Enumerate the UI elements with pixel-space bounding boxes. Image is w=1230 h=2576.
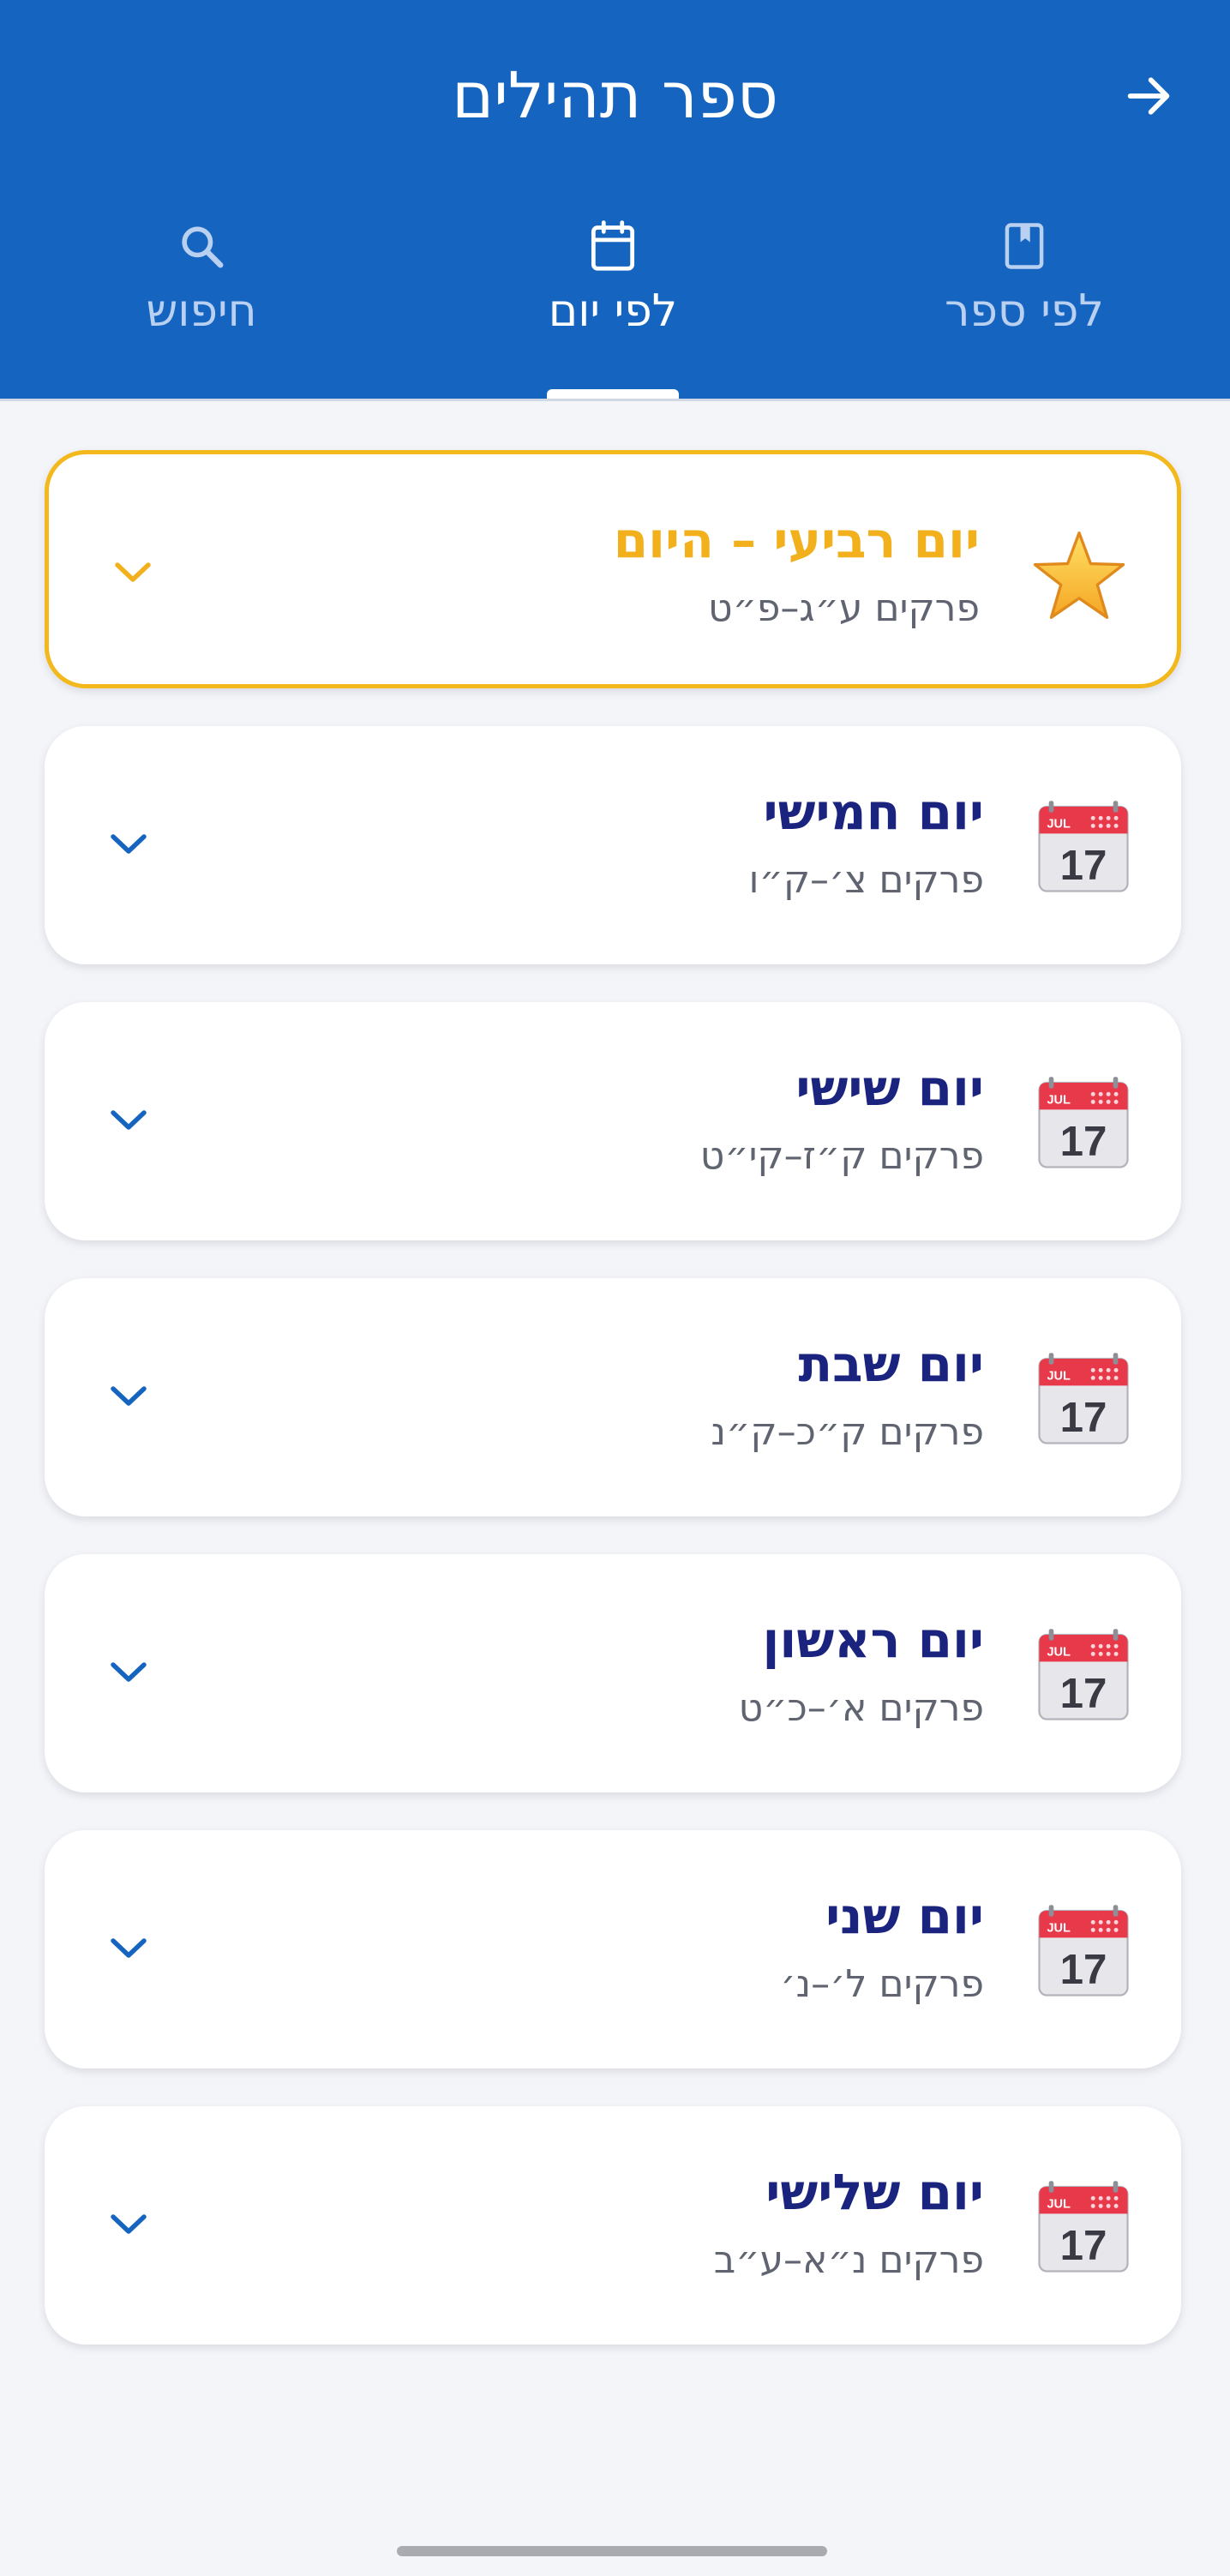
svg-text:17: 17 xyxy=(1060,2222,1107,2269)
tab-label: לפי יום xyxy=(548,285,678,337)
day-card[interactable]: JUL 17 יום שישי פרקים ק״ז–קי״ט xyxy=(45,1002,1181,1240)
day-card[interactable]: JUL 17 יום חמישי פרקים צ׳–ק״ו xyxy=(45,726,1181,964)
chevron-down-icon[interactable] xyxy=(105,2201,153,2249)
app-bar: ספר תהילים לפי ספר לפי יום חיפוש xyxy=(0,0,1230,399)
divider xyxy=(0,399,1230,401)
svg-text:JUL: JUL xyxy=(1047,818,1071,832)
day-card-today[interactable]: יום רביעי – היום פרקים ע״ג–פ״ט xyxy=(45,450,1181,688)
svg-text:JUL: JUL xyxy=(1047,1370,1071,1384)
svg-text:17: 17 xyxy=(1060,1946,1107,1993)
day-title: יום ראשון xyxy=(762,1611,984,1669)
home-indicator[interactable] xyxy=(397,2546,827,2556)
back-button[interactable] xyxy=(1106,53,1191,139)
chevron-down-icon[interactable] xyxy=(105,1372,153,1420)
star-icon xyxy=(1031,527,1127,623)
svg-text:JUL: JUL xyxy=(1047,1922,1071,1936)
day-title: יום חמישי xyxy=(763,783,984,841)
day-title: יום שני xyxy=(825,1887,984,1945)
day-card[interactable]: JUL 17 יום ראשון פרקים א׳–כ״ט xyxy=(45,1554,1181,1792)
svg-text:17: 17 xyxy=(1060,842,1107,889)
book-icon xyxy=(997,219,1052,273)
chevron-down-icon[interactable] xyxy=(105,1648,153,1696)
active-tab-indicator xyxy=(547,389,679,399)
day-card[interactable]: JUL 17 יום שלישי פרקים נ״א–ע״ב xyxy=(45,2106,1181,2345)
day-chapters: פרקים א׳–כ״ט xyxy=(738,1686,984,1730)
tab-label: חיפוש xyxy=(146,285,257,337)
arrow-right-icon xyxy=(1127,77,1170,115)
calendar-17-icon: JUL 17 xyxy=(1035,2179,1131,2275)
svg-text:JUL: JUL xyxy=(1047,2198,1071,2212)
day-chapters: פרקים נ״א–ע״ב xyxy=(713,2238,984,2282)
tab-search[interactable]: חיפוש xyxy=(73,219,330,356)
calendar-icon xyxy=(585,219,640,273)
svg-text:JUL: JUL xyxy=(1047,1646,1071,1660)
day-title: יום שלישי xyxy=(765,2163,984,2221)
tab-by-day[interactable]: לפי יום xyxy=(484,219,741,356)
day-chapters: פרקים ק״כ–ק״נ xyxy=(711,1410,984,1454)
chevron-down-icon[interactable] xyxy=(105,820,153,868)
page-title: ספר תהילים xyxy=(452,59,778,133)
day-chapters: פרקים ע״ג–פ״ט xyxy=(708,586,980,630)
day-title: יום שישי xyxy=(795,1059,984,1117)
day-card[interactable]: JUL 17 יום שבת פרקים ק״כ–ק״נ xyxy=(45,1278,1181,1516)
tab-label: לפי ספר xyxy=(945,285,1104,337)
day-chapters: פרקים צ׳–ק״ו xyxy=(748,858,984,902)
search-icon xyxy=(174,219,229,273)
day-title: יום רביעי – היום xyxy=(613,511,980,569)
calendar-17-icon: JUL 17 xyxy=(1035,1627,1131,1723)
chevron-down-icon[interactable] xyxy=(105,1096,153,1144)
day-chapters: פרקים ק״ז–קי״ט xyxy=(699,1134,984,1178)
chevron-down-icon[interactable] xyxy=(105,1924,153,1973)
svg-text:JUL: JUL xyxy=(1047,1094,1071,1108)
calendar-17-icon: JUL 17 xyxy=(1035,1351,1131,1447)
chevron-down-icon[interactable] xyxy=(109,549,157,597)
day-chapters: פרקים ל׳–נ׳ xyxy=(780,1962,984,2006)
day-title: יום שבת xyxy=(798,1335,984,1393)
calendar-17-icon: JUL 17 xyxy=(1035,1075,1131,1171)
svg-text:17: 17 xyxy=(1060,1670,1107,1717)
calendar-17-icon: JUL 17 xyxy=(1035,1903,1131,1999)
day-card[interactable]: JUL 17 יום שני פרקים ל׳–נ׳ xyxy=(45,1830,1181,2069)
tab-by-book[interactable]: לפי ספר xyxy=(896,219,1153,356)
svg-text:17: 17 xyxy=(1060,1394,1107,1441)
calendar-17-icon: JUL 17 xyxy=(1035,799,1131,895)
svg-text:17: 17 xyxy=(1060,1118,1107,1165)
